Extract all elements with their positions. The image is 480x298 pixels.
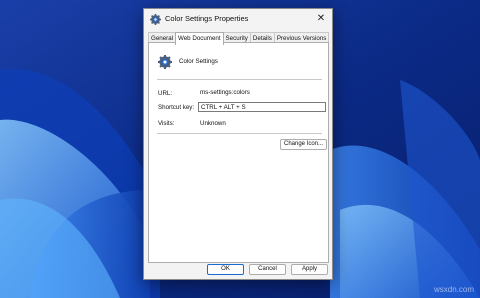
gear-icon <box>150 14 161 25</box>
url-field[interactable]: ms-settings:colors <box>198 88 326 98</box>
shortcut-name: Color Settings <box>179 58 218 65</box>
tab-web-document[interactable]: Web Document <box>175 32 224 45</box>
shortcut-key-label: Shortcut key: <box>158 104 195 111</box>
dialog-title: Color Settings Properties <box>165 14 249 23</box>
apply-button[interactable]: Apply <box>291 264 328 275</box>
gear-icon <box>158 55 172 69</box>
tab-page-web-document: Color Settings URL: ms-settings:colors S… <box>148 42 329 263</box>
visits-label: Visits: <box>158 120 175 127</box>
divider <box>157 79 322 80</box>
divider <box>157 133 322 134</box>
url-label: URL: <box>158 90 173 97</box>
change-icon-button[interactable]: Change Icon... <box>280 139 327 150</box>
title-bar[interactable]: Color Settings Properties ✕ <box>144 9 332 31</box>
ok-button[interactable]: OK <box>207 264 244 275</box>
close-button[interactable]: ✕ <box>314 12 328 26</box>
watermark: wsxdn.com <box>433 285 474 294</box>
cancel-button[interactable]: Cancel <box>249 264 286 275</box>
visits-value: Unknown <box>200 120 226 127</box>
dialog-footer: OK Cancel Apply <box>144 261 332 279</box>
shortcut-key-input[interactable]: CTRL + ALT + S <box>198 102 326 112</box>
properties-dialog: Color Settings Properties ✕ General Web … <box>143 8 333 280</box>
